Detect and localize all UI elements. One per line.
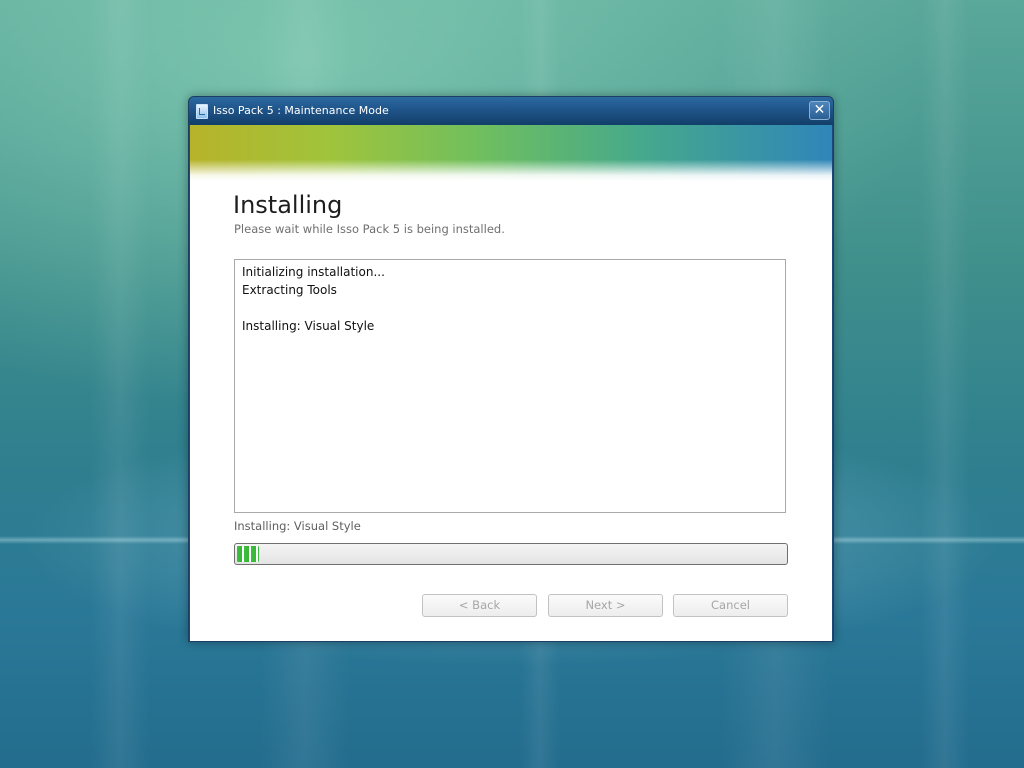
progress-bar: [234, 543, 788, 565]
cancel-button[interactable]: Cancel: [673, 594, 788, 617]
install-log[interactable]: Initializing installation... Extracting …: [234, 259, 786, 513]
status-label: Installing: Visual Style: [234, 519, 361, 533]
installer-window: Isso Pack 5 : Maintenance Mode ✕ Install…: [188, 96, 834, 642]
close-button[interactable]: ✕: [809, 101, 830, 120]
installer-app-icon: [196, 104, 208, 119]
log-line: Installing: Visual Style: [242, 319, 375, 333]
close-icon: ✕: [813, 102, 826, 118]
progress-bar-fill: [237, 546, 259, 562]
page-title: Installing: [233, 191, 343, 219]
back-button[interactable]: < Back: [422, 594, 537, 617]
desktop-wallpaper: Isso Pack 5 : Maintenance Mode ✕ Install…: [0, 0, 1024, 768]
wizard-content: Installing Please wait while Isso Pack 5…: [190, 125, 832, 641]
header-banner: [190, 125, 832, 181]
title-bar[interactable]: Isso Pack 5 : Maintenance Mode ✕: [189, 97, 833, 125]
log-line: Initializing installation...: [242, 265, 385, 279]
page-subtitle: Please wait while Isso Pack 5 is being i…: [234, 222, 505, 236]
window-title: Isso Pack 5 : Maintenance Mode: [213, 104, 389, 117]
next-button[interactable]: Next >: [548, 594, 663, 617]
log-line: Extracting Tools: [242, 283, 337, 297]
